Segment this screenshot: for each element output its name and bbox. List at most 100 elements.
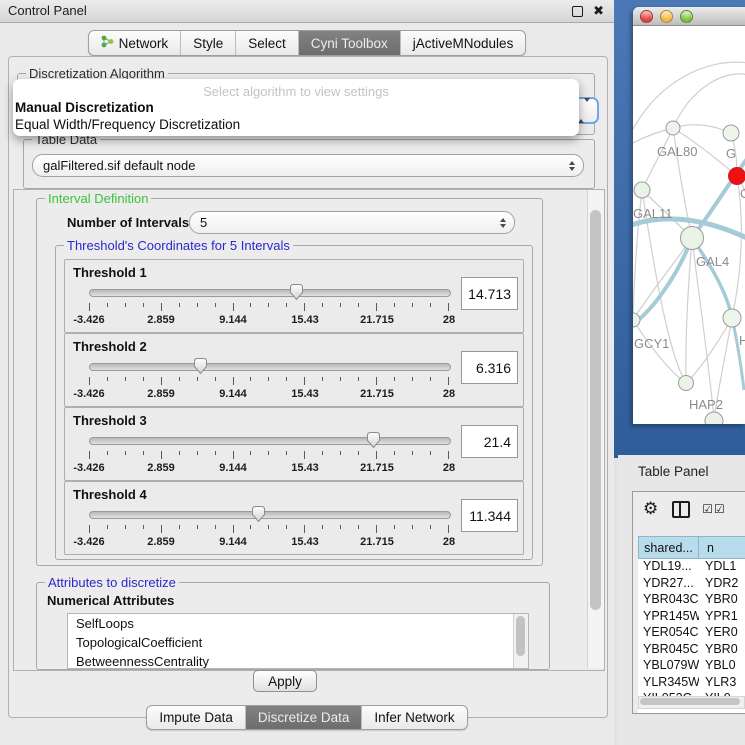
table-horizontal-scrollbar[interactable] xyxy=(638,696,745,709)
threshold-value-field[interactable] xyxy=(461,425,518,458)
thresholds-group: Threshold's Coordinates for 5 Intervals … xyxy=(55,245,533,560)
tab-label: Style xyxy=(193,36,223,51)
list-scrollbar-thumb[interactable] xyxy=(516,616,525,656)
slider-track[interactable] xyxy=(89,289,451,297)
slider-thumb[interactable] xyxy=(193,357,208,375)
table-row[interactable]: YDR27...YDR2 xyxy=(638,576,745,593)
threshold-value-field[interactable] xyxy=(461,351,518,384)
network-node[interactable] xyxy=(705,412,723,424)
select-checkbox-icons[interactable]: ☑☑ xyxy=(702,502,726,516)
dropdown-option-manual-discretization[interactable]: Manual Discretization xyxy=(13,99,579,116)
attribute-item-topologicalcoefficient[interactable]: TopologicalCoefficient xyxy=(68,633,528,652)
tick-mark xyxy=(107,451,108,455)
tick-mark xyxy=(340,303,341,307)
tab-select[interactable]: Select xyxy=(235,31,298,55)
network-node-gal11[interactable] xyxy=(634,182,650,198)
threshold-label: Threshold 3 xyxy=(73,413,147,428)
network-node-h[interactable] xyxy=(723,309,741,327)
tick-mark xyxy=(304,303,305,311)
tick-label: 15.43 xyxy=(291,388,319,400)
network-node-gal80[interactable] xyxy=(666,121,680,135)
application-window: Control Panel ✖ Network Style SelectCyni T… xyxy=(0,0,745,745)
tick-mark xyxy=(304,451,305,459)
zoom-window-icon[interactable] xyxy=(680,10,693,23)
table-row[interactable]: YDL19...YDL1 xyxy=(638,559,745,576)
tick-label: 2.859 xyxy=(147,314,175,326)
combo-arrows-icon xyxy=(500,218,506,228)
column-header-n[interactable]: n xyxy=(699,536,745,559)
node-label: GCY1 xyxy=(634,336,669,351)
tab-infer-network[interactable]: Infer Network xyxy=(361,706,466,729)
close-window-icon[interactable] xyxy=(640,10,653,23)
table-data-combobox[interactable]: galFiltered.sif default node xyxy=(32,154,584,177)
tick-mark xyxy=(268,377,269,381)
numerical-attributes-list: SelfLoopsTopologicalCoefficientBetweenne… xyxy=(67,613,529,669)
number-of-intervals-combobox[interactable]: 5 xyxy=(189,211,515,234)
network-node-g[interactable] xyxy=(723,125,739,141)
tab-discretize-data[interactable]: Discretize Data xyxy=(245,706,362,729)
tick-mark xyxy=(233,303,234,311)
number-of-intervals-label: Number of Intervals xyxy=(67,215,189,230)
node-label: H xyxy=(739,333,745,348)
tick-mark xyxy=(197,525,198,529)
network-node-gal4[interactable] xyxy=(681,227,704,250)
control-panel-window: Control Panel ✖ Network Style SelectCyni T… xyxy=(0,0,614,745)
table-row[interactable]: YPR145WYPR1 xyxy=(638,609,745,626)
table-row[interactable]: YBR045CYBR0 xyxy=(638,642,745,659)
network-node-gcy1[interactable] xyxy=(633,313,640,327)
tick-mark xyxy=(376,451,377,459)
tick-label: 2.859 xyxy=(147,462,175,474)
tick-mark xyxy=(286,451,287,455)
float-window-icon[interactable] xyxy=(572,6,583,17)
tick-mark xyxy=(358,525,359,529)
slider-thumb[interactable] xyxy=(289,283,304,301)
slider-track[interactable] xyxy=(89,511,451,519)
panel-title: Control Panel xyxy=(8,0,87,22)
tick-mark xyxy=(107,303,108,307)
list-scrollbar[interactable] xyxy=(513,614,528,668)
network-node-c[interactable] xyxy=(729,168,745,185)
slider-thumb[interactable] xyxy=(251,505,266,523)
table-scrollbar-thumb[interactable] xyxy=(640,698,740,705)
tick-mark xyxy=(161,377,162,385)
table-row[interactable]: YLR345WYLR3 xyxy=(638,675,745,692)
tick-mark xyxy=(322,303,323,307)
network-window-titlebar[interactable] xyxy=(633,7,745,26)
network-node-hap2[interactable] xyxy=(679,376,694,391)
columns-icon[interactable] xyxy=(672,501,690,518)
slider-track[interactable] xyxy=(89,437,451,445)
slider-1: -3.4262.8599.14415.4321.71528 xyxy=(89,287,449,325)
minimize-window-icon[interactable] xyxy=(660,10,673,23)
tick-label: 15.43 xyxy=(291,462,319,474)
threshold-value-field[interactable] xyxy=(461,499,518,532)
tick-mark xyxy=(286,377,287,381)
dropdown-option-equal-width-frequency[interactable]: Equal Width/Frequency Discretization xyxy=(13,116,579,133)
threshold-value-field[interactable] xyxy=(461,277,518,310)
tab-network[interactable]: Network xyxy=(89,31,181,55)
tick-mark xyxy=(340,451,341,455)
tick-label: 28 xyxy=(443,462,455,474)
tab-jactivemnodules[interactable]: jActiveMNodules xyxy=(400,31,526,55)
column-header-shared-[interactable]: shared... xyxy=(638,536,699,559)
tick-mark xyxy=(215,303,216,307)
settings-scrollbar-thumb[interactable] xyxy=(590,210,601,610)
tab-impute-data[interactable]: Impute Data xyxy=(147,706,245,729)
tab-label: Network xyxy=(119,36,169,51)
tab-style[interactable]: Style xyxy=(180,31,235,55)
slider-thumb[interactable] xyxy=(366,431,381,449)
network-canvas[interactable]: GAL80GCGAL11GAL4GCY1HHAP2 xyxy=(633,25,745,424)
apply-button[interactable]: Apply xyxy=(253,670,317,692)
settings-vertical-scrollbar[interactable] xyxy=(587,190,604,668)
attribute-item-betweennesscentrality[interactable]: BetweennessCentrality xyxy=(68,652,528,669)
slider-track[interactable] xyxy=(89,363,451,371)
gear-icon[interactable]: ⚙ xyxy=(643,499,658,519)
table-row[interactable]: YBR043CYBR0 xyxy=(638,592,745,609)
table-row[interactable]: YER054CYER0 xyxy=(638,625,745,642)
close-panel-icon[interactable]: ✖ xyxy=(593,0,604,22)
attribute-item-selfloops[interactable]: SelfLoops xyxy=(68,614,528,633)
table-row[interactable]: YBL079WYBL0 xyxy=(638,658,745,675)
slider-tick-labels: -3.4262.8599.14415.4321.71528 xyxy=(89,536,449,548)
tick-mark xyxy=(448,377,449,385)
tick-label: 28 xyxy=(443,388,455,400)
tab-cyni-toolbox[interactable]: Cyni Toolbox xyxy=(298,31,400,55)
